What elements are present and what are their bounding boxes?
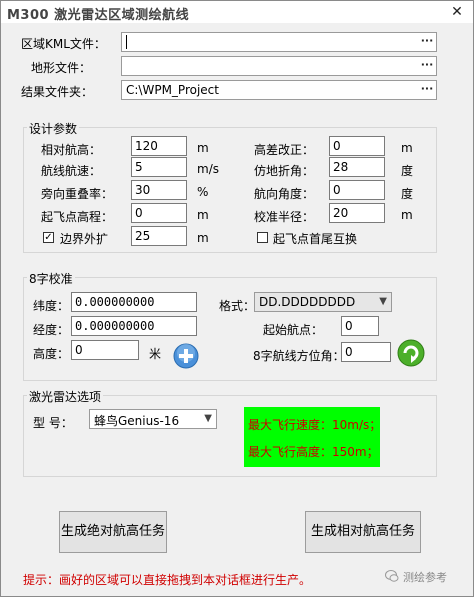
side-overlap-unit: %: [197, 185, 209, 199]
heading-label: 航向角度：: [254, 187, 315, 201]
design-params-title: 设计参数: [27, 120, 80, 137]
model-select[interactable]: 蜂鸟Genius-16 ▼: [89, 409, 217, 429]
start-point-input[interactable]: 0: [341, 316, 379, 336]
rel-height-unit: m: [197, 141, 209, 155]
fold-angle-unit: 度: [401, 164, 414, 178]
dialog-window: M300 激光雷达区域测绘航线 ✕ 区域KML文件： ··· 地形文件： ···…: [0, 0, 474, 597]
expand-unit: m: [197, 231, 209, 245]
calib-radius-unit: m: [401, 208, 413, 222]
heading-unit: 度: [401, 187, 414, 201]
generate-absolute-button[interactable]: 生成绝对航高任务: [59, 511, 167, 553]
result-browse-button[interactable]: ···: [418, 81, 436, 99]
speed-unit: m/s: [197, 162, 219, 176]
add-icon[interactable]: [173, 343, 199, 369]
terrain-file-label: 地形文件：: [31, 61, 92, 75]
fold-angle-input[interactable]: 28: [329, 157, 385, 177]
expand-checkbox[interactable]: ✓: [43, 232, 54, 243]
expand-input[interactable]: 25: [131, 226, 187, 246]
text-caret: [126, 35, 127, 49]
side-overlap-label: 旁向重叠率：: [41, 187, 114, 201]
title-bar[interactable]: M300 激光雷达区域测绘航线 ✕: [1, 1, 473, 23]
expand-label: 边界外扩: [60, 232, 109, 246]
result-folder-label: 结果文件夹：: [21, 85, 94, 99]
kml-file-label: 区域KML文件：: [21, 37, 106, 51]
kml-browse-button[interactable]: ···: [418, 33, 436, 51]
calib-radius-input[interactable]: 20: [329, 203, 385, 223]
terrain-browse-button[interactable]: ···: [418, 57, 436, 75]
rel-height-input[interactable]: 120: [131, 136, 187, 156]
speed-label: 航线航速：: [41, 164, 102, 178]
chevron-down-icon: ▼: [379, 296, 387, 307]
speed-input[interactable]: 5: [131, 157, 187, 177]
alt-label: 高度：: [33, 347, 70, 361]
format-select[interactable]: DD.DDDDDDDD ▼: [254, 292, 392, 312]
chevron-down-icon: ▼: [204, 413, 212, 424]
side-overlap-input[interactable]: 30: [131, 180, 187, 200]
wechat-icon: [385, 569, 399, 583]
swap-checkbox[interactable]: [257, 232, 268, 243]
height-corr-input[interactable]: 0: [329, 136, 385, 156]
azimuth-input[interactable]: 0: [341, 342, 391, 362]
height-corr-unit: m: [401, 141, 413, 155]
takeoff-alt-label: 起飞点高程：: [41, 210, 114, 224]
max-height-text: 最大飞行高度：150m；: [248, 445, 379, 459]
hint-text: 提示：画好的区域可以直接拖拽到本对话框进行生产。: [23, 573, 312, 587]
lidar-title: 激光雷达选项: [27, 388, 104, 405]
heading-input[interactable]: 0: [329, 180, 385, 200]
refresh-icon[interactable]: [397, 339, 425, 367]
result-folder-input[interactable]: C:\WPM_Project ···: [121, 80, 437, 100]
model-label: 型 号：: [33, 416, 73, 430]
takeoff-alt-unit: m: [197, 208, 209, 222]
lidar-limits-box: 最大飞行速度：10m/s； 最大飞行高度：150m；: [244, 407, 382, 467]
kml-file-input[interactable]: ···: [121, 32, 437, 52]
calib8-title: 8字校准: [27, 270, 75, 287]
rel-height-label: 相对航高：: [41, 143, 102, 157]
lat-input[interactable]: 0.000000000: [71, 292, 197, 312]
azimuth-label: 8字航线方位角：: [253, 349, 345, 363]
format-label: 格式：: [219, 299, 256, 313]
close-icon[interactable]: ✕: [449, 4, 465, 20]
start-point-label: 起始航点：: [263, 323, 324, 337]
height-corr-label: 高差改正：: [254, 143, 315, 157]
fold-angle-label: 仿地折角：: [254, 164, 315, 178]
swap-label: 起飞点首尾互换: [273, 232, 358, 246]
window-title: M300 激光雷达区域测绘航线: [7, 8, 190, 23]
lat-label: 纬度：: [33, 299, 70, 313]
lon-label: 经度：: [33, 323, 70, 337]
takeoff-alt-input[interactable]: 0: [131, 203, 187, 223]
watermark-text: 测绘参考: [403, 571, 447, 584]
max-speed-text: 最大飞行速度：10m/s；: [248, 418, 382, 432]
alt-unit: 米: [149, 347, 162, 361]
alt-input[interactable]: 0: [71, 340, 139, 360]
generate-relative-button[interactable]: 生成相对航高任务: [305, 511, 421, 553]
lon-input[interactable]: 0.000000000: [71, 316, 197, 336]
calib-radius-label: 校准半径：: [254, 210, 315, 224]
terrain-file-input[interactable]: ···: [121, 56, 437, 76]
